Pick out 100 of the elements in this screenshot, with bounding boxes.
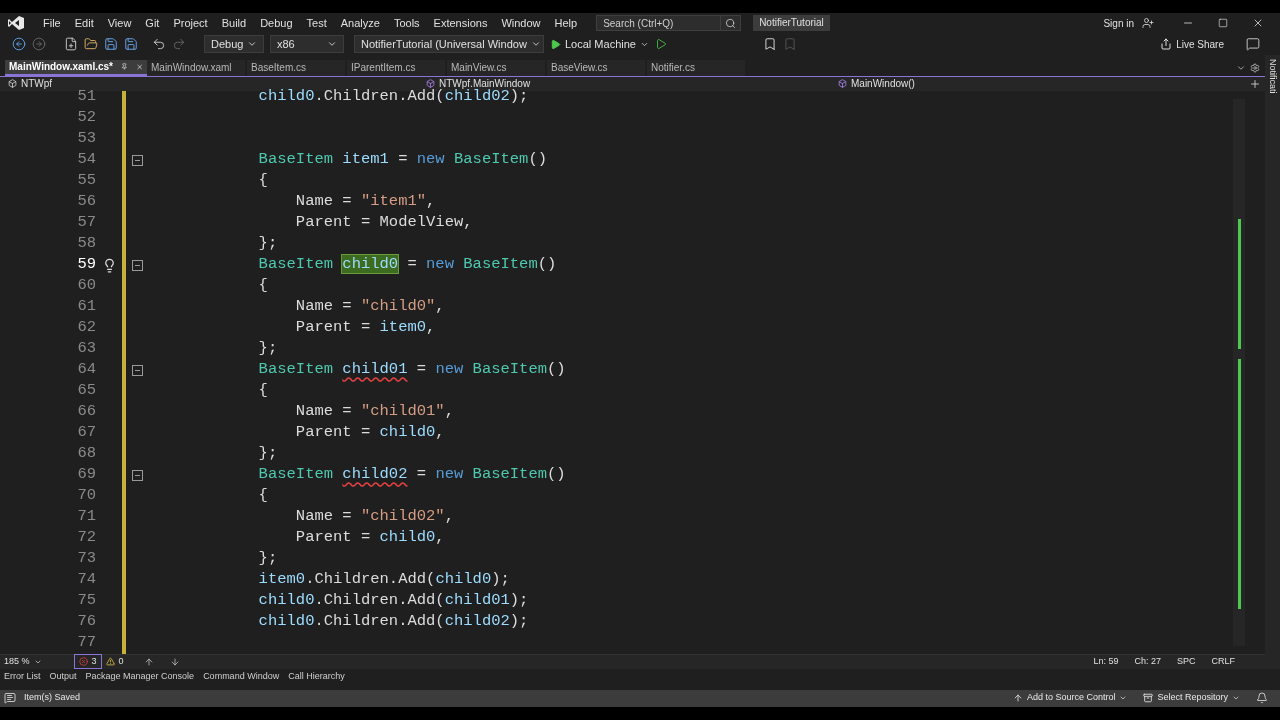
menu-item[interactable]: Project [166,14,215,32]
code-line: BaseItem child0 = new BaseItem() [257,254,557,276]
file-tab[interactable]: BaseView.cs [547,59,645,76]
code-line: { [257,380,268,402]
notifications-tab[interactable]: Notificati [1265,58,1280,94]
code-line: child0.Children.Add(child02); [257,611,529,633]
play-outline-icon[interactable] [654,38,667,51]
undo-icon[interactable] [152,37,166,52]
bookmark-icon[interactable] [762,37,777,52]
up-arrow-icon[interactable] [143,656,154,667]
error-count[interactable]: 3 [73,653,102,670]
line-number: 66 [76,401,96,423]
menu-item[interactable]: Git [138,14,167,32]
new-file-icon[interactable] [64,37,78,52]
line-number: 52 [76,107,96,129]
tool-window-tab[interactable]: Package Manager Console [83,670,197,684]
line-number: 72 [76,527,96,549]
code-line: BaseItem child01 = new BaseItem() [257,359,566,381]
pin-icon[interactable] [121,62,128,72]
tool-window-tab[interactable]: Error List [2,670,43,684]
save-icon[interactable] [104,37,118,52]
folder-icon[interactable] [84,37,98,52]
scrollbar[interactable] [1233,98,1245,646]
line-number: 64 [76,359,96,381]
close-icon[interactable] [135,61,143,72]
settings-icon[interactable] [1250,62,1260,73]
search-field[interactable]: Search (Ctrl+Q) [596,15,722,32]
search-icon[interactable] [725,17,737,29]
code-line: { [257,275,268,297]
split-icon[interactable] [1249,77,1261,90]
code-line: { [257,170,268,192]
file-tab[interactable]: MainView.cs [447,59,545,76]
line-number: 61 [76,296,96,318]
code-line: Parent = ModelView, [294,212,473,234]
file-tab[interactable]: MainWindow.xaml.cs* [5,59,147,76]
line-number: 63 [76,338,96,360]
menu-item[interactable]: Debug [253,14,300,32]
code-line: Parent = child0, [294,527,445,549]
collapse-icon[interactable] [132,154,143,166]
platform-dropdown[interactable]: x86 [270,35,344,54]
menu-item[interactable]: File [36,14,68,32]
tool-window-tab[interactable]: Command Window [201,670,282,684]
save-all-icon[interactable] [124,37,138,52]
menu-item[interactable]: Build [214,14,254,32]
menu-item[interactable]: Tools [386,14,427,32]
line-number: 51 [76,86,96,108]
repository-button[interactable]: Select Repository [1143,691,1240,705]
source-control-button[interactable]: Add to Source Control [1012,691,1128,705]
line-number: 60 [76,275,96,297]
menu-item[interactable]: Test [299,14,334,32]
down-arrow-icon[interactable] [169,656,180,667]
code-line: Name = "child0", [294,296,445,318]
file-tab[interactable]: BaseItem.cs [247,59,345,76]
menu-item[interactable]: Help [547,14,585,32]
collapse-icon[interactable] [132,259,143,271]
warning-count[interactable]: 0 [105,654,124,669]
startup-project-dropdown[interactable]: NotifierTutorial (Universal Window [354,35,544,54]
sign-in-link[interactable]: Sign in [1103,15,1134,31]
line-number: 55 [76,170,96,192]
forward-icon[interactable] [32,37,46,52]
menu-item[interactable]: View [100,14,139,32]
tool-window-tab[interactable]: Call Hierarchy [286,670,347,684]
warning-icon [105,657,115,667]
back-icon[interactable] [12,37,26,52]
line-ending-indicator: CRLF [1211,654,1235,668]
tool-window-tab[interactable]: Output [47,670,79,684]
file-tab[interactable]: MainWindow.xaml [147,59,245,76]
code-line: }; [257,233,278,255]
line-number: 53 [76,128,96,150]
line-number: 69 [76,464,96,486]
zoom-dropdown[interactable]: 185 % [0,654,46,669]
code-line: Name = "child02", [294,506,454,528]
run-button[interactable]: Local Machine [550,35,649,53]
code-line: BaseItem child02 = new BaseItem() [257,464,566,486]
menu-item[interactable]: Edit [67,14,101,32]
line-number: 70 [76,485,96,507]
code-line: }; [257,338,278,360]
line-number: 57 [76,212,96,234]
line-number: 59 [76,254,96,276]
collapse-icon[interactable] [132,364,143,376]
line-number: 65 [76,380,96,402]
notification-bell-icon[interactable] [1256,692,1268,705]
configuration-dropdown[interactable]: Debug [204,35,264,54]
feedback-icon[interactable] [1246,37,1260,52]
live-share-button[interactable]: Live Share [1160,36,1224,52]
file-tab[interactable]: Notifier.cs [647,59,745,76]
menu-item[interactable]: Extensions [426,14,495,32]
member-dropdown[interactable]: MainWindow() [830,76,1249,92]
line-number: 73 [76,548,96,570]
account-icon[interactable] [1142,17,1154,30]
project-icon [8,79,17,89]
line-number: 54 [76,149,96,171]
line-indicator: Ln: 59 [1093,654,1119,668]
file-tab[interactable]: IParentItem.cs [347,59,445,76]
collapse-icon[interactable] [132,469,143,481]
menu-item[interactable]: Window [494,14,548,32]
menu-item[interactable]: Analyze [333,14,387,32]
status-message: Item(s) Saved [24,691,81,705]
maximize-icon[interactable] [1218,18,1228,29]
code-line: }; [257,548,278,570]
